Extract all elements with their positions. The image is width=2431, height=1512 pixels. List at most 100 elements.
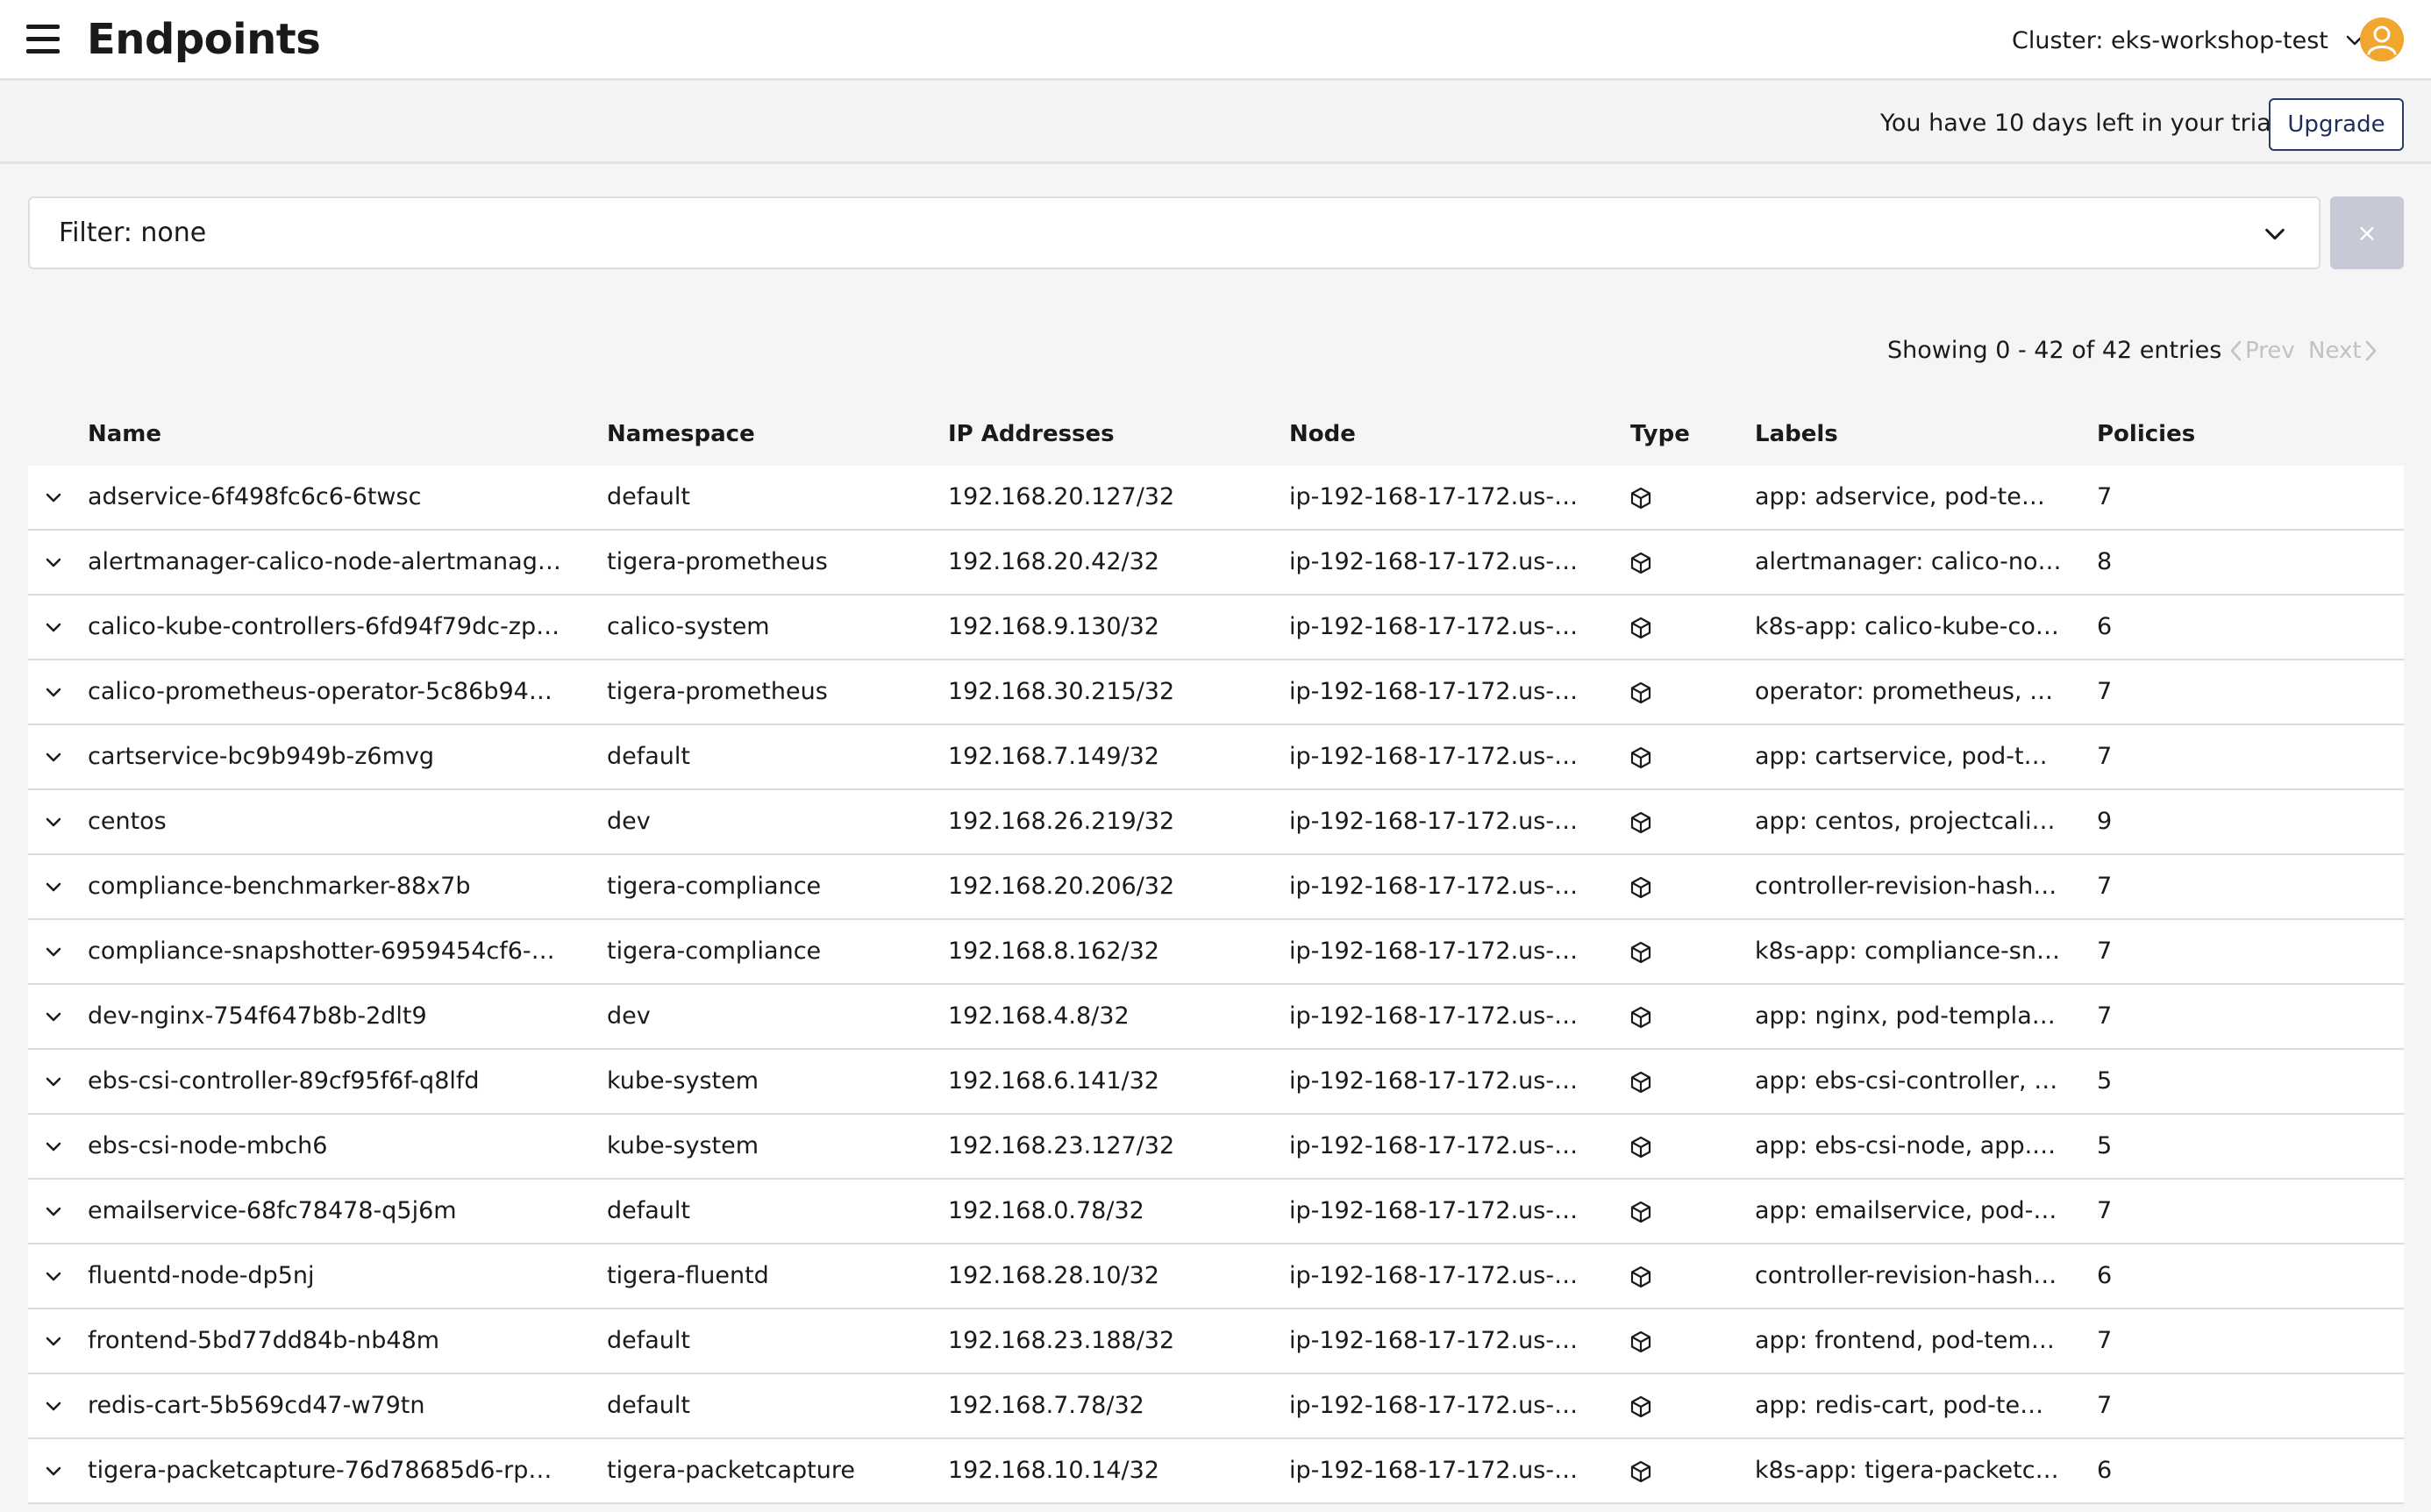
expand-chevron-icon[interactable] (40, 1459, 67, 1485)
expand-chevron-icon[interactable] (40, 939, 67, 966)
cube-icon (1630, 552, 1651, 574)
endpoint-namespace: tigera-compliance (607, 938, 822, 965)
cube-icon (1630, 1266, 1651, 1288)
endpoint-name: compliance-benchmarker-88x7b (88, 873, 471, 900)
expand-chevron-icon[interactable] (40, 680, 67, 706)
table-row[interactable]: dev-nginx-754f647b8b-2dlt9 dev 192.168.4… (28, 985, 2404, 1050)
cluster-selector[interactable]: Cluster: eks-workshop-test (2012, 23, 2365, 58)
endpoint-ip: 192.168.8.162/32 (948, 938, 1159, 965)
table-row[interactable]: ebs-csi-controller-89cf95f6f-q8lfd kube-… (28, 1050, 2404, 1115)
endpoint-node: ip-192-168-17-172.us-west-2.compute.inte… (1289, 1457, 1596, 1484)
user-avatar-icon[interactable] (2360, 18, 2404, 61)
endpoint-policies: 7 (2097, 1392, 2113, 1419)
chevron-right-icon (2365, 340, 2376, 361)
column-header-name[interactable]: Name (88, 408, 161, 460)
table-row[interactable]: adservice-6f498fc6c6-6twsc default 192.1… (28, 466, 2404, 531)
expand-chevron-icon[interactable] (40, 809, 67, 836)
endpoint-labels: app: ebs-csi-node, app.kubernetes.io (1755, 1132, 2062, 1159)
endpoint-ip: 192.168.0.78/32 (948, 1197, 1144, 1224)
table-row[interactable]: redis-cart-5b569cd47-w79tn default 192.1… (28, 1374, 2404, 1439)
expand-chevron-icon[interactable] (40, 1134, 67, 1160)
column-header-ip[interactable]: IP Addresses (948, 408, 1115, 460)
endpoint-namespace: default (607, 743, 691, 770)
cube-icon (1630, 1136, 1651, 1159)
endpoint-policies: 7 (2097, 1197, 2113, 1224)
endpoint-node: ip-192-168-17-172.us-west-2.compute.inte… (1289, 873, 1596, 900)
expand-chevron-icon[interactable] (40, 485, 67, 511)
endpoint-namespace: dev (607, 808, 651, 835)
endpoint-name: emailservice-68fc78478-q5j6m (88, 1197, 457, 1224)
endpoint-ip: 192.168.23.127/32 (948, 1132, 1175, 1159)
endpoint-ip: 192.168.26.219/32 (948, 808, 1175, 835)
endpoint-labels: app: frontend, pod-template-hash (1755, 1327, 2062, 1354)
column-header-node[interactable]: Node (1289, 408, 1356, 460)
endpoint-labels: app: emailservice, pod-template-hash (1755, 1197, 2062, 1224)
endpoint-policies: 7 (2097, 1327, 2113, 1354)
endpoint-policies: 7 (2097, 678, 2113, 705)
clear-filter-button[interactable]: × (2330, 196, 2404, 269)
prev-page-button[interactable]: Prev (2228, 332, 2295, 370)
endpoint-node: ip-192-168-17-172.us-west-2.compute.inte… (1289, 1262, 1596, 1289)
expand-chevron-icon[interactable] (40, 1394, 67, 1420)
expand-chevron-icon[interactable] (40, 874, 67, 901)
endpoint-ip: 192.168.4.8/32 (948, 1002, 1130, 1030)
endpoint-policies: 7 (2097, 743, 2113, 770)
endpoint-namespace: tigera-fluentd (607, 1262, 769, 1289)
endpoint-node: ip-192-168-17-172.us-west-2.compute.inte… (1289, 1067, 1596, 1095)
table-row[interactable]: cartservice-bc9b949b-z6mvg default 192.1… (28, 725, 2404, 790)
filter-dropdown[interactable]: Filter: none (28, 196, 2320, 269)
table-row[interactable]: calico-prometheus-operator-5c86b947xxxx … (28, 660, 2404, 725)
endpoint-name: calico-prometheus-operator-5c86b947xxxx (88, 678, 561, 705)
next-label: Next (2308, 338, 2362, 364)
expand-chevron-icon[interactable] (40, 1069, 67, 1095)
endpoint-ip: 192.168.20.127/32 (948, 483, 1175, 510)
endpoint-policies: 5 (2097, 1067, 2113, 1095)
expand-chevron-icon[interactable] (40, 745, 67, 771)
column-header-namespace[interactable]: Namespace (607, 408, 755, 460)
table-row[interactable]: alertmanager-calico-node-alertmanager-0 … (28, 531, 2404, 596)
endpoint-ip: 192.168.20.42/32 (948, 548, 1159, 575)
table-row[interactable]: tigera-packetcapture-76d78685d6-rpxgl ti… (28, 1439, 2404, 1504)
endpoint-labels: app: cartservice, pod-template-hash (1755, 743, 2062, 770)
cube-icon (1630, 811, 1651, 834)
endpoint-ip: 192.168.28.10/32 (948, 1262, 1159, 1289)
endpoint-labels: app: centos, projectcalico.org/namespace (1755, 808, 2062, 835)
endpoint-node: ip-192-168-17-172.us-west-2.compute.inte… (1289, 1392, 1596, 1419)
expand-chevron-icon[interactable] (40, 1329, 67, 1355)
table-row[interactable]: fluentd-node-dp5nj tigera-fluentd 192.16… (28, 1245, 2404, 1309)
endpoint-namespace: tigera-prometheus (607, 548, 828, 575)
column-header-labels[interactable]: Labels (1755, 408, 1838, 460)
table-row[interactable]: compliance-snapshotter-6959454cf6-wxxxx … (28, 920, 2404, 985)
cube-icon (1630, 876, 1651, 899)
table-row[interactable]: centos dev 192.168.26.219/32 ip-192-168-… (28, 790, 2404, 855)
endpoint-policies: 6 (2097, 1457, 2113, 1484)
endpoint-labels: controller-revision-hash: compliance (1755, 873, 2062, 900)
endpoint-labels: k8s-app: tigera-packetcapture (1755, 1457, 2062, 1484)
cube-icon (1630, 1460, 1651, 1483)
table-header: Name Namespace IP Addresses Node Type La… (28, 408, 2404, 466)
endpoint-policies: 6 (2097, 613, 2113, 640)
endpoint-labels: app: redis-cart, pod-template-hash (1755, 1392, 2062, 1419)
expand-chevron-icon[interactable] (40, 1264, 67, 1290)
table-row[interactable]: frontend-5bd77dd84b-nb48m default 192.16… (28, 1309, 2404, 1374)
endpoint-labels: k8s-app: calico-kube-controllers (1755, 613, 2062, 640)
endpoint-policies: 7 (2097, 483, 2113, 510)
endpoint-ip: 192.168.9.130/32 (948, 613, 1159, 640)
next-page-button[interactable]: Next (2308, 332, 2379, 370)
expand-chevron-icon[interactable] (40, 550, 67, 576)
hamburger-menu-icon[interactable] (26, 25, 60, 54)
expand-chevron-icon[interactable] (40, 1004, 67, 1031)
endpoint-node: ip-192-168-17-172.us-west-2.compute.inte… (1289, 548, 1596, 575)
column-header-type[interactable]: Type (1630, 408, 1690, 460)
expand-chevron-icon[interactable] (40, 615, 67, 641)
upgrade-button[interactable]: Upgrade (2269, 98, 2404, 151)
table-row[interactable]: compliance-benchmarker-88x7b tigera-comp… (28, 855, 2404, 920)
table-row[interactable]: ebs-csi-node-mbch6 kube-system 192.168.2… (28, 1115, 2404, 1180)
expand-chevron-icon[interactable] (40, 1199, 67, 1225)
endpoint-policies: 8 (2097, 548, 2113, 575)
endpoint-namespace: default (607, 483, 691, 510)
column-header-policies[interactable]: Policies (2097, 408, 2195, 460)
table-row[interactable]: calico-kube-controllers-6fd94f79dc-zp2xx… (28, 596, 2404, 660)
endpoint-name: ebs-csi-controller-89cf95f6f-q8lfd (88, 1067, 480, 1095)
table-row[interactable]: emailservice-68fc78478-q5j6m default 192… (28, 1180, 2404, 1245)
